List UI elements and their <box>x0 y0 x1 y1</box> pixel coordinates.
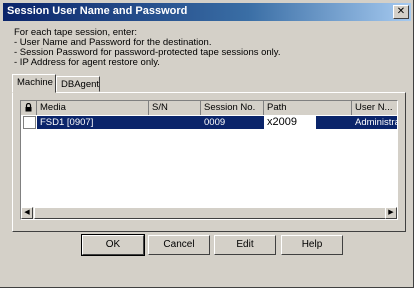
cancel-button[interactable]: Cancel <box>148 235 210 255</box>
column-header-session-no[interactable]: Session No. <box>201 101 264 115</box>
close-button[interactable]: ✕ <box>393 5 409 19</box>
help-button[interactable]: Help <box>281 235 343 255</box>
cell-media: FSD1 [0907] <box>37 116 149 129</box>
scroll-thumb[interactable] <box>34 207 387 219</box>
instruction-line: - IP Address for agent restore only. <box>14 57 160 68</box>
edit-button[interactable]: Edit <box>214 235 276 255</box>
instructions: For each tape session, enter: - User Nam… <box>14 28 280 68</box>
cell-user: Administra <box>352 116 397 129</box>
cell-sn <box>149 116 201 129</box>
scroll-right-icon[interactable]: ▶ <box>385 207 397 219</box>
title-bar[interactable]: Session User Name and Password ✕ <box>3 3 411 21</box>
tab-dbagent[interactable]: DBAgent <box>56 76 100 92</box>
session-table: Media S/N Session No. Path User N... FSD… <box>20 100 398 220</box>
column-header-user[interactable]: User N... <box>352 101 397 115</box>
row-checkbox[interactable] <box>23 116 36 129</box>
column-header-path[interactable]: Path <box>264 101 352 115</box>
tab-machine[interactable]: Machine <box>12 74 56 93</box>
cell-path-input[interactable]: x2009 <box>264 116 316 129</box>
lock-icon <box>25 103 32 112</box>
horizontal-scrollbar[interactable]: ◀ ▶ <box>21 207 397 219</box>
table-row[interactable]: FSD1 [0907] 0009 x2009 Administra <box>21 116 397 129</box>
window-title: Session User Name and Password <box>7 5 188 17</box>
session-dialog: Session User Name and Password ✕ For eac… <box>0 0 414 288</box>
table-header: Media S/N Session No. Path User N... <box>21 101 397 115</box>
scroll-left-icon[interactable]: ◀ <box>21 207 33 219</box>
column-header-media[interactable]: Media <box>37 101 149 115</box>
column-header-sn[interactable]: S/N <box>149 101 201 115</box>
cell-path-filler <box>316 116 352 129</box>
cell-session-no: 0009 <box>201 116 264 129</box>
ok-button[interactable]: OK <box>81 234 145 256</box>
lock-column-header[interactable] <box>21 101 37 115</box>
